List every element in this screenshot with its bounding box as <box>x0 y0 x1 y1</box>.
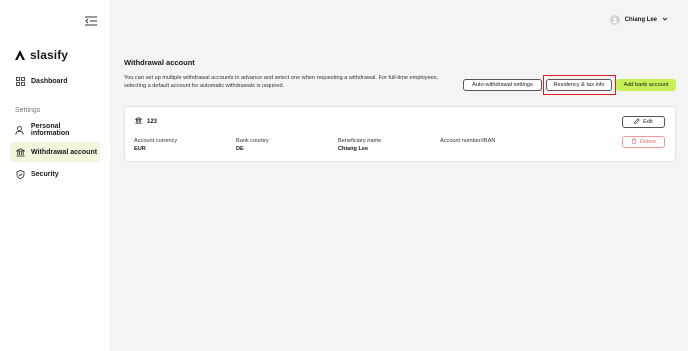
collapse-sidebar-icon[interactable] <box>84 14 98 26</box>
sidebar-item-personal-information[interactable]: Personal information <box>10 120 100 140</box>
beneficiary-name-value: Chiang Lee <box>338 146 369 152</box>
user-name: Chiang Lee <box>624 17 657 23</box>
edit-label: Edit <box>643 119 653 125</box>
pencil-icon <box>634 118 640 126</box>
account-number-label: Account number/IBAN <box>440 138 496 144</box>
logo-text: slasify <box>30 48 69 62</box>
user-menu[interactable]: Chiang Lee <box>609 15 668 25</box>
account-header: 123 <box>134 117 158 126</box>
logo[interactable]: slasify <box>14 48 68 62</box>
account-currency-label: Account currency <box>134 138 178 144</box>
bank-country-value: DE <box>236 146 244 152</box>
account-name: 123 <box>147 118 158 125</box>
account-currency-value: EUR <box>134 146 146 152</box>
page-description: You can set up multiple withdrawal accou… <box>124 75 439 89</box>
trash-icon <box>631 138 637 146</box>
delete-button[interactable]: Delete <box>622 136 665 148</box>
delete-label: Delete <box>639 139 657 145</box>
sidebar-item-label: Security <box>31 170 59 178</box>
add-bank-account-button[interactable]: Add bank account <box>616 79 676 91</box>
beneficiary-name-label: Beneficiary name <box>338 138 382 144</box>
avatar <box>609 15 620 25</box>
sidebar-item-security[interactable]: Security <box>10 164 100 184</box>
shield-icon <box>15 169 25 179</box>
auto-withdrawal-settings-button[interactable]: Auto-withdrawal settings <box>463 79 542 91</box>
user-icon <box>15 125 25 135</box>
sidebar-item-label: Dashboard <box>31 77 68 85</box>
sidebar-item-dashboard[interactable]: Dashboard <box>10 71 100 91</box>
bank-icon <box>15 147 25 157</box>
edit-button[interactable]: Edit <box>622 116 665 128</box>
settings-section-heading: Settings <box>15 107 41 114</box>
sidebar-item-label: Withdrawal account <box>31 148 98 156</box>
slasify-logo-icon <box>15 50 25 60</box>
page-title: Withdrawal account <box>124 58 195 67</box>
dashboard-icon <box>15 76 25 86</box>
chevron-down-icon <box>662 17 668 23</box>
bank-icon <box>134 117 143 126</box>
sidebar-item-label: Personal information <box>30 123 70 137</box>
residency-tax-info-button[interactable]: Residency & tax info <box>546 79 612 91</box>
bank-country-label: Bank country <box>236 138 269 144</box>
bank-account-card: 123 Account currency EUR Bank country DE… <box>124 106 676 162</box>
sidebar-item-withdrawal-account[interactable]: Withdrawal account <box>10 142 100 162</box>
sidebar: slasify Dashboard Settings Personal info… <box>0 0 110 351</box>
